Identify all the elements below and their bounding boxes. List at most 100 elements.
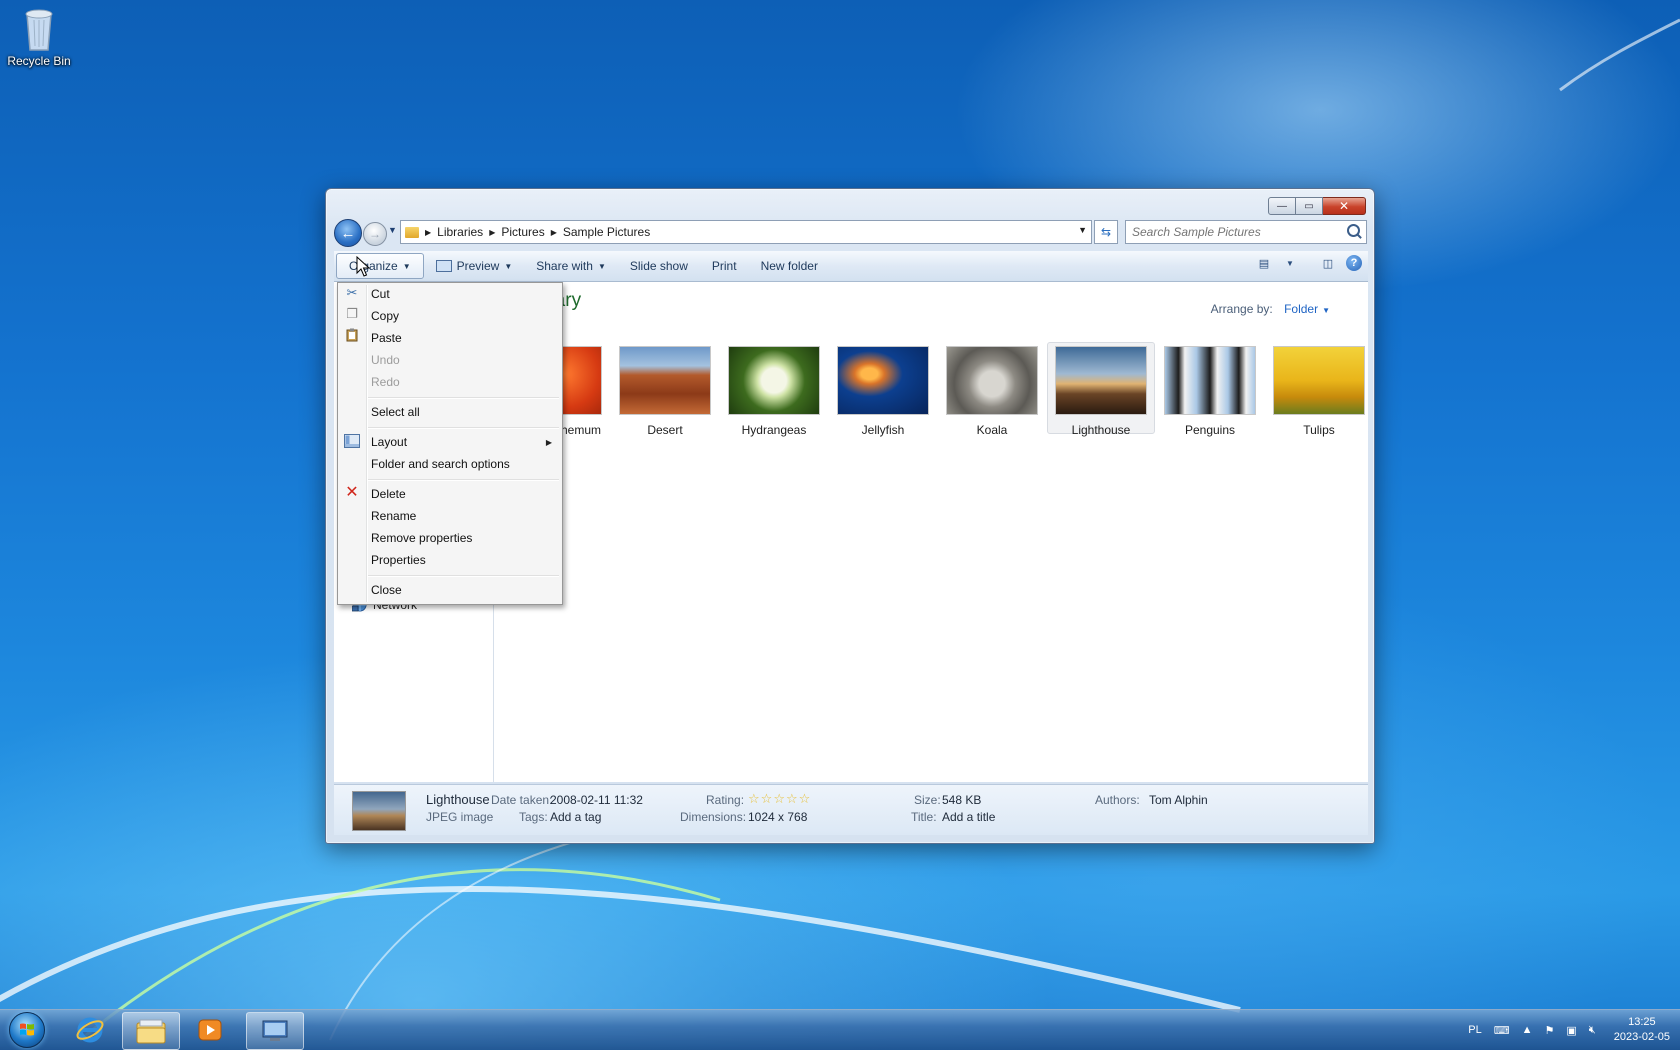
chevron-right-icon[interactable]: ▶ [551, 228, 557, 237]
new-folder-button[interactable]: New folder [749, 254, 830, 278]
arrow-left-icon: ← [340, 224, 356, 242]
keyboard-icon[interactable]: ⌨ [1494, 1024, 1510, 1037]
caret-down-icon[interactable]: ▼ [1322, 306, 1330, 315]
star-icon[interactable]: ☆ [799, 791, 812, 806]
remote-desktop-icon [262, 1020, 288, 1041]
star-icon[interactable]: ☆ [786, 791, 799, 806]
share-with-label: Share with [536, 259, 593, 273]
back-button[interactable]: ← [334, 219, 362, 247]
arrange-by-value[interactable]: Folder [1284, 302, 1318, 316]
share-with-button[interactable]: Share with ▼ [524, 254, 618, 278]
thumbnail-desert[interactable]: Desert [611, 342, 719, 437]
thumbnail-penguins[interactable]: Penguins [1156, 342, 1264, 437]
thumbnail-tulips[interactable]: Tulips [1265, 342, 1373, 437]
menu-item-close[interactable]: Close [371, 583, 402, 597]
chevron-right-icon[interactable]: ▶ [489, 228, 495, 237]
recent-pages-dropdown[interactable]: ▼ [388, 225, 397, 235]
menu-item-delete[interactable]: Delete [371, 487, 406, 501]
thumbnail-jellyfish[interactable]: Jellyfish [829, 342, 937, 437]
minimize-icon: — [1277, 200, 1287, 212]
preview-label: Preview [456, 259, 500, 273]
maximize-button[interactable]: ▭ [1296, 197, 1323, 215]
caret-down-icon: ▼ [504, 261, 513, 271]
search-icon[interactable] [1347, 224, 1360, 237]
menu-item-rename[interactable]: Rename [371, 509, 416, 523]
preview-pane-icon[interactable]: ◫ [1320, 255, 1336, 271]
print-button[interactable]: Print [700, 254, 749, 278]
menu-item-remove-properties[interactable]: Remove properties [371, 531, 472, 545]
recycle-bin-icon [19, 6, 59, 52]
menu-item-undo[interactable]: Undo [371, 353, 400, 367]
address-dropdown-icon[interactable]: ▼ [1078, 225, 1087, 235]
star-icon[interactable]: ☆ [748, 791, 761, 806]
menu-item-folder-options[interactable]: Folder and search options [371, 457, 510, 471]
slide-show-button[interactable]: Slide show [618, 254, 700, 278]
details-size-label: Size: [914, 793, 941, 807]
minimize-button[interactable]: — [1268, 197, 1296, 215]
breadcrumb-libraries[interactable]: Libraries [437, 225, 483, 239]
menu-item-cut[interactable]: Cut [371, 287, 390, 301]
thumbnail-grid: hemum Desert Hydrangeas Jellyfish Koala … [502, 342, 1374, 437]
thumbnail-koala[interactable]: Koala [938, 342, 1046, 437]
details-date-taken[interactable]: 2008-02-11 11:32 [550, 793, 643, 807]
start-button[interactable] [4, 1011, 50, 1049]
close-icon: ✕ [1338, 199, 1350, 213]
media-player-icon [198, 1019, 222, 1041]
menu-item-copy[interactable]: Copy [371, 309, 399, 323]
help-icon[interactable]: ? [1346, 255, 1362, 271]
details-date-taken-label: Date taken: [491, 793, 553, 807]
details-authors[interactable]: Tom Alphin [1149, 793, 1208, 807]
close-button[interactable]: ✕ [1323, 197, 1366, 215]
network-tray-icon[interactable]: ▣ [1566, 1024, 1576, 1037]
thumbnail-lighthouse[interactable]: Lighthouse [1047, 342, 1155, 437]
view-dropdown-icon[interactable]: ▼ [1282, 255, 1298, 271]
language-indicator[interactable]: PL [1468, 1024, 1481, 1036]
volume-muted-icon[interactable]: 🔇︎ [1589, 1024, 1596, 1037]
star-icon[interactable]: ☆ [773, 791, 786, 806]
show-hidden-icons-icon[interactable]: ▲ [1522, 1024, 1533, 1036]
system-tray: PL ⌨ ▲ ⚑ ▣ 🔇︎ 13:25 2023-02-05 [1456, 1010, 1670, 1050]
taskbar: PL ⌨ ▲ ⚑ ▣ 🔇︎ 13:25 2023-02-05 [0, 1009, 1680, 1050]
forward-button[interactable]: → [363, 222, 387, 246]
details-title[interactable]: Add a title [942, 810, 995, 824]
thumbnail-hydrangeas[interactable]: Hydrangeas [720, 342, 828, 437]
refresh-button[interactable]: ⇆ [1094, 220, 1118, 244]
maximize-icon: ▭ [1304, 200, 1314, 212]
breadcrumb: Libraries ▶ Pictures ▶ Sample Pictures [437, 225, 650, 239]
menu-item-layout[interactable]: Layout [371, 435, 407, 449]
arrow-right-icon: → [369, 227, 381, 241]
slide-show-label: Slide show [629, 259, 688, 273]
details-thumbnail [352, 791, 406, 831]
breadcrumb-pictures[interactable]: Pictures [501, 225, 544, 239]
taskbar-windows-explorer[interactable] [122, 1012, 180, 1050]
details-tags[interactable]: Add a tag [550, 810, 601, 824]
organize-button[interactable]: Organize ▼ [336, 253, 424, 279]
caret-down-icon: ▼ [402, 261, 411, 271]
menu-item-paste[interactable]: Paste [371, 331, 402, 345]
taskbar-internet-explorer[interactable] [62, 1012, 118, 1048]
recycle-bin-desktop-icon[interactable]: Recycle Bin [4, 6, 74, 68]
star-icon[interactable]: ☆ [761, 791, 774, 806]
taskbar-media-player[interactable] [182, 1012, 238, 1048]
menu-item-select-all[interactable]: Select all [371, 405, 420, 419]
preview-button[interactable]: Preview ▼ [424, 254, 525, 278]
menu-separator [368, 575, 559, 577]
clock-date: 2023-02-05 [1613, 1031, 1670, 1043]
address-bar[interactable]: ▶ Libraries ▶ Pictures ▶ Sample Pictures… [400, 220, 1092, 244]
menu-item-redo[interactable]: Redo [371, 375, 400, 389]
breadcrumb-sample-pictures[interactable]: Sample Pictures [563, 225, 650, 239]
search-input[interactable] [1126, 224, 1344, 240]
change-view-icon[interactable]: ▤ [1256, 255, 1272, 271]
image-koala [946, 346, 1038, 415]
action-center-flag-icon[interactable]: ⚑ [1545, 1024, 1555, 1037]
search-box[interactable] [1125, 220, 1367, 244]
image-tulips [1273, 346, 1365, 415]
taskbar-remote-desktop[interactable] [246, 1012, 304, 1050]
layout-icon [344, 433, 360, 449]
image-lighthouse [1055, 346, 1147, 415]
clock[interactable]: 13:25 2023-02-05 [1614, 1015, 1670, 1045]
mouse-cursor-icon [356, 256, 370, 277]
rating-stars[interactable]: ☆☆☆☆☆ [748, 791, 811, 807]
menu-item-properties[interactable]: Properties [371, 553, 426, 567]
details-file-name: Lighthouse [426, 792, 490, 807]
